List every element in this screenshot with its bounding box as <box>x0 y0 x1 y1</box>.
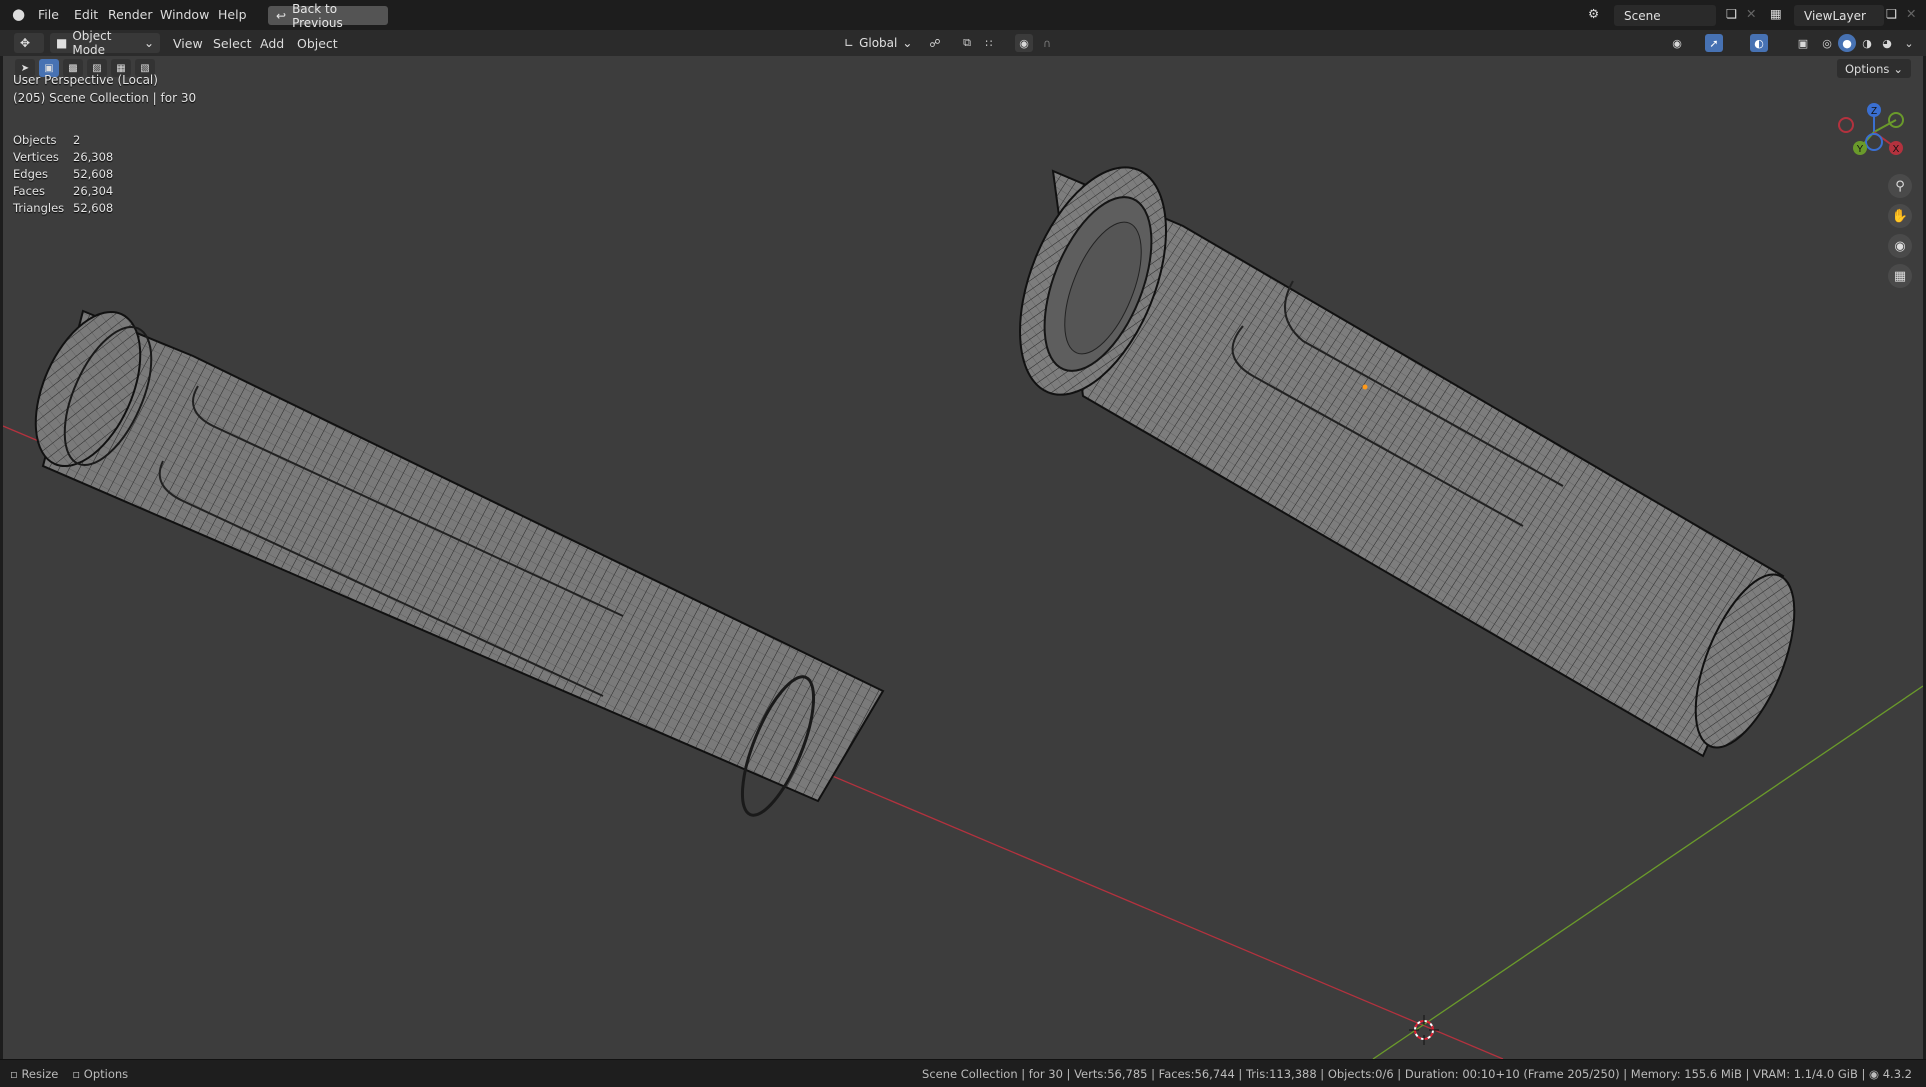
overlays-toggle-icon[interactable]: ◐ <box>1750 34 1768 52</box>
pivot-point-icon[interactable]: ☍ <box>926 34 944 52</box>
editor-type-dropdown[interactable]: ✥ <box>14 33 44 53</box>
back-icon: ↩ <box>276 8 287 23</box>
status-bar: ▫ Resize ▫ Options Scene Collection | fo… <box>0 1059 1926 1087</box>
stat-row: Triangles 52,608 <box>13 201 114 215</box>
editor-type-icon: ✥ <box>20 36 31 50</box>
gizmo-y-label: Y <box>1857 144 1864 155</box>
rendered-shading-icon[interactable]: ◕ <box>1878 34 1896 52</box>
chevron-down-icon: ⌄ <box>1893 61 1903 76</box>
material-shading-icon[interactable]: ◑ <box>1858 34 1876 52</box>
falloff-icon[interactable]: ∩ <box>1038 34 1056 52</box>
camera-view-icon[interactable]: ◉ <box>1888 234 1912 258</box>
options-dropdown[interactable]: Options ⌄ <box>1836 59 1911 78</box>
orientation-icon: ∟ <box>844 36 855 50</box>
top-bar: ● File Edit Render Window Help ↩ Back to… <box>0 0 1926 31</box>
navigation-gizmo: Z X Y <box>1838 103 1904 155</box>
new-scene-icon[interactable]: ❏ <box>1726 6 1737 21</box>
view-layer-field[interactable]: ViewLayer <box>1794 5 1884 26</box>
delete-view-layer-icon[interactable]: ✕ <box>1906 6 1916 21</box>
y-axis-line <box>1372 685 1923 1059</box>
transform-orientation-dropdown[interactable]: ∟ Global ⌄ <box>838 33 918 53</box>
stat-row: Edges 52,608 <box>13 167 114 181</box>
cylinder-object-left <box>34 309 885 817</box>
menu-add[interactable]: Add <box>260 36 284 51</box>
menu-window[interactable]: Window <box>160 7 209 22</box>
zoom-icon[interactable]: ⚲ <box>1888 174 1912 198</box>
viewport-scene: Z X Y <box>3 103 1923 1059</box>
menu-edit[interactable]: Edit <box>74 7 98 22</box>
menu-object[interactable]: Object <box>297 36 338 51</box>
blender-version: 4.3.2 <box>1882 1067 1912 1081</box>
menu-view[interactable]: View <box>173 36 203 51</box>
pan-hand-icon[interactable]: ✋ <box>1888 204 1912 228</box>
ortho-grid-icon[interactable]: ▦ <box>1888 264 1912 288</box>
back-to-previous-button[interactable]: ↩ Back to Previous <box>268 2 388 30</box>
stat-row: Faces 26,304 <box>13 184 114 198</box>
menu-file[interactable]: File <box>38 7 59 22</box>
solid-shading-icon[interactable]: ● <box>1838 34 1856 52</box>
new-view-layer-icon[interactable]: ❏ <box>1886 6 1897 21</box>
object-mode-icon: ■ <box>56 36 68 50</box>
wireframe-shading-icon[interactable]: ◎ <box>1818 34 1836 52</box>
3d-viewport[interactable]: Z X Y ➤ ▣ ▩ ▨ ▦ ▧ Options ⌄ User Perspec… <box>3 56 1923 1059</box>
statistics-overlay: Objects 2 Vertices 26,308 Edges 52,608 Face… <box>13 133 113 218</box>
collection-label: (205) Scene Collection | for 30 <box>13 91 197 105</box>
blender-logo-icon[interactable]: ● <box>12 5 25 23</box>
scene-icon[interactable]: ⚙ <box>1588 6 1599 21</box>
visibility-icon[interactable]: ◉ <box>1668 34 1686 52</box>
scene-statistics: Scene Collection | for 30 | Verts:56,785… <box>922 1067 1912 1081</box>
perspective-label: User Perspective (Local) <box>13 73 158 87</box>
menu-render[interactable]: Render <box>108 7 153 22</box>
gizmo-z-label: Z <box>1871 106 1877 117</box>
globe-icon: ◉ <box>1869 1067 1883 1081</box>
delete-scene-icon[interactable]: ✕ <box>1746 6 1756 21</box>
chevron-down-icon: ⌄ <box>143 36 154 50</box>
shading-options-icon[interactable]: ⌄ <box>1900 34 1918 52</box>
scene-name-field[interactable]: Scene <box>1614 5 1716 26</box>
3d-cursor <box>1409 1015 1439 1045</box>
stat-row: Vertices 26,308 <box>13 150 114 164</box>
stat-row: Objects 2 <box>13 133 81 147</box>
resize-hint: ▫ Resize <box>10 1067 59 1081</box>
menu-help[interactable]: Help <box>218 7 247 22</box>
mode-dropdown[interactable]: ■ Object Mode ⌄ <box>50 29 160 57</box>
chevron-down-icon: ⌄ <box>902 36 913 50</box>
gizmo-toggle-icon[interactable]: ➚ <box>1705 34 1723 52</box>
view-layer-icon[interactable]: ▦ <box>1770 6 1782 21</box>
proportional-editing-icon[interactable]: ◉ <box>1015 34 1033 52</box>
menu-select[interactable]: Select <box>213 36 252 51</box>
cylinder-object-right <box>1019 166 1796 758</box>
snap-toggle-icon[interactable]: ⧉ <box>958 34 976 52</box>
object-origin-dot <box>1362 384 1368 390</box>
snap-target-icon[interactable]: ∷ <box>980 34 998 52</box>
options-hint: ▫ Options <box>72 1067 129 1081</box>
gizmo-x-label: X <box>1893 144 1900 155</box>
xray-toggle-icon[interactable]: ▣ <box>1794 34 1812 52</box>
viewport-header: ✥ ■ Object Mode ⌄ View Select Add Object… <box>0 29 1926 57</box>
